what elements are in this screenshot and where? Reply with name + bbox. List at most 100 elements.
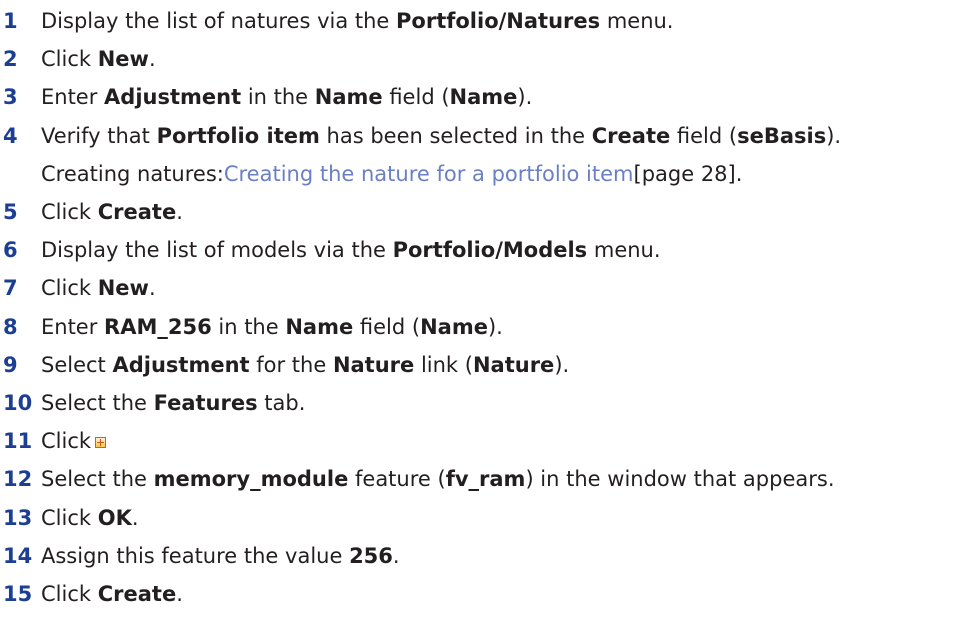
- step-15: 15 Click Create.: [0, 575, 963, 613]
- step-text-fragment: Assign this feature the value: [41, 543, 350, 568]
- step-number: 12: [3, 467, 33, 492]
- step-text-fragment: ) in the window that appears.: [525, 467, 835, 492]
- step-text: Select the memory_module feature (fv_ram…: [41, 467, 835, 491]
- step-11: 11 Click: [0, 422, 963, 460]
- step-text-fragment: .: [176, 200, 183, 225]
- step-text-fragment: .: [148, 276, 156, 301]
- step-text-fragment: in the: [241, 85, 315, 110]
- step-text: Click Create.: [41, 200, 183, 224]
- step-10: 10 Select the Features tab.: [0, 384, 963, 422]
- step-number: 8: [3, 314, 18, 339]
- reference-prefix: Creating natures:: [41, 161, 224, 186]
- step-text-emphasis: New: [97, 276, 149, 301]
- step-text-emphasis: New: [97, 47, 149, 72]
- step-number: 7: [3, 276, 18, 301]
- step-text: Enter Adjustment in the Name field (Name…: [41, 85, 532, 109]
- step-1: 1 Display the list of natures via the Por…: [0, 2, 963, 40]
- step-text-emphasis: 256: [349, 543, 393, 568]
- step-5: 5 Click Create.: [0, 193, 963, 231]
- step-text-fragment: .: [392, 543, 400, 568]
- step-text: Enter RAM_256 in the Name field (Name).: [41, 315, 503, 339]
- step-number: 11: [3, 429, 33, 454]
- reference-page: [page 28].: [633, 161, 743, 186]
- step-9: 9 Select Adjustment for the Nature link (…: [0, 346, 963, 384]
- step-3: 3 Enter Adjustment in the Name field (Nam…: [0, 78, 963, 116]
- step-text-fragment: menu.: [587, 238, 661, 263]
- step-4-reference: Creating natures: Creating the nature fo…: [0, 155, 963, 193]
- step-text-emphasis: Portfolio/Natures: [396, 9, 601, 34]
- step-text-emphasis: Create: [591, 123, 671, 148]
- step-number: 15: [3, 581, 33, 606]
- step-text-emphasis: OK: [97, 505, 132, 530]
- step-7: 7 Click New.: [0, 269, 963, 307]
- step-text-emphasis: Features: [153, 390, 258, 415]
- step-text-emphasis: fv_ram: [445, 467, 526, 492]
- step-text-fragment: Select the: [41, 467, 154, 492]
- step-number: 9: [3, 352, 18, 377]
- step-text-fragment: .: [148, 47, 156, 72]
- step-text-fragment: field (: [670, 123, 738, 148]
- step-text-fragment: Click: [41, 581, 98, 606]
- step-text-fragment: menu.: [600, 9, 674, 34]
- step-6: 6 Display the list of models via the Port…: [0, 231, 963, 269]
- step-text: Click New.: [41, 47, 156, 71]
- step-text-fragment: Display the list of models via the: [41, 238, 393, 263]
- step-text-fragment: Click: [41, 47, 98, 72]
- step-text-emphasis: Create: [97, 581, 177, 606]
- step-text: Select the Features tab.: [41, 391, 305, 415]
- procedure-steps: 1 Display the list of natures via the Por…: [0, 0, 963, 613]
- step-number: 1: [3, 9, 18, 34]
- step-text-emphasis: Nature: [472, 352, 555, 377]
- step-text-emphasis: Adjustment: [112, 352, 250, 377]
- step-text: Display the list of natures via the Port…: [41, 9, 674, 33]
- step-8: 8 Enter RAM_256 in the Name field (Name).: [0, 308, 963, 346]
- step-text-fragment: tab.: [257, 390, 306, 415]
- step-text: Click: [41, 429, 107, 454]
- step-text-fragment: Display the list of natures via the: [41, 9, 397, 34]
- add-icon: [95, 436, 107, 448]
- step-text-fragment: has been selected in the: [319, 123, 592, 148]
- step-text-fragment: for the: [249, 352, 333, 377]
- step-number: 2: [3, 47, 18, 72]
- step-13: 13 Click OK.: [0, 498, 963, 536]
- step-text-emphasis: memory_module: [153, 467, 349, 492]
- step-number: 14: [3, 543, 33, 568]
- step-text-emphasis: Name: [314, 85, 383, 110]
- step-text-fragment: in the: [211, 314, 286, 339]
- step-text-fragment: Click: [41, 429, 92, 454]
- step-text-emphasis: Name: [285, 314, 354, 339]
- step-text: Assign this feature the value 256.: [41, 544, 400, 568]
- step-text-emphasis: Adjustment: [104, 85, 242, 110]
- step-text-fragment: .: [176, 581, 183, 606]
- step-text: Click Create.: [41, 582, 183, 606]
- step-text-emphasis: Name: [449, 85, 518, 110]
- step-12: 12 Select the memory_module feature (fv_r…: [0, 460, 963, 498]
- step-text-emphasis: Create: [97, 200, 177, 225]
- step-text-fragment: field (: [353, 314, 421, 339]
- step-text-emphasis: seBasis: [737, 123, 827, 148]
- step-4: 4 Verify that Portfolio item has been sel…: [0, 117, 963, 155]
- step-number: 5: [3, 200, 18, 225]
- step-text-fragment: ).: [487, 314, 503, 339]
- step-number: 10: [3, 390, 33, 415]
- step-number: 3: [3, 85, 18, 110]
- step-text-fragment: ).: [826, 123, 842, 148]
- step-14: 14 Assign this feature the value 256.: [0, 537, 963, 575]
- step-text-fragment: ).: [554, 352, 570, 377]
- step-text-fragment: Click: [41, 200, 98, 225]
- step-text-fragment: Enter: [41, 85, 105, 110]
- step-text: Display the list of models via the Portf…: [41, 238, 661, 262]
- step-text-fragment: Verify that: [41, 123, 157, 148]
- step-text: Verify that Portfolio item has been sele…: [41, 124, 841, 148]
- step-text-fragment: Click: [41, 276, 98, 301]
- step-2: 2 Click New.: [0, 40, 963, 78]
- cross-reference-link[interactable]: Creating the nature for a portfolio item: [224, 162, 634, 186]
- step-text-emphasis: Name: [420, 314, 488, 339]
- step-number: 4: [3, 123, 18, 148]
- step-text-fragment: link (: [414, 352, 473, 377]
- step-text-fragment: Select the: [41, 390, 154, 415]
- step-text: Click New.: [41, 276, 156, 300]
- step-text-fragment: Enter: [41, 314, 105, 339]
- step-text-fragment: field (: [382, 85, 450, 110]
- step-text-fragment: ).: [517, 85, 533, 110]
